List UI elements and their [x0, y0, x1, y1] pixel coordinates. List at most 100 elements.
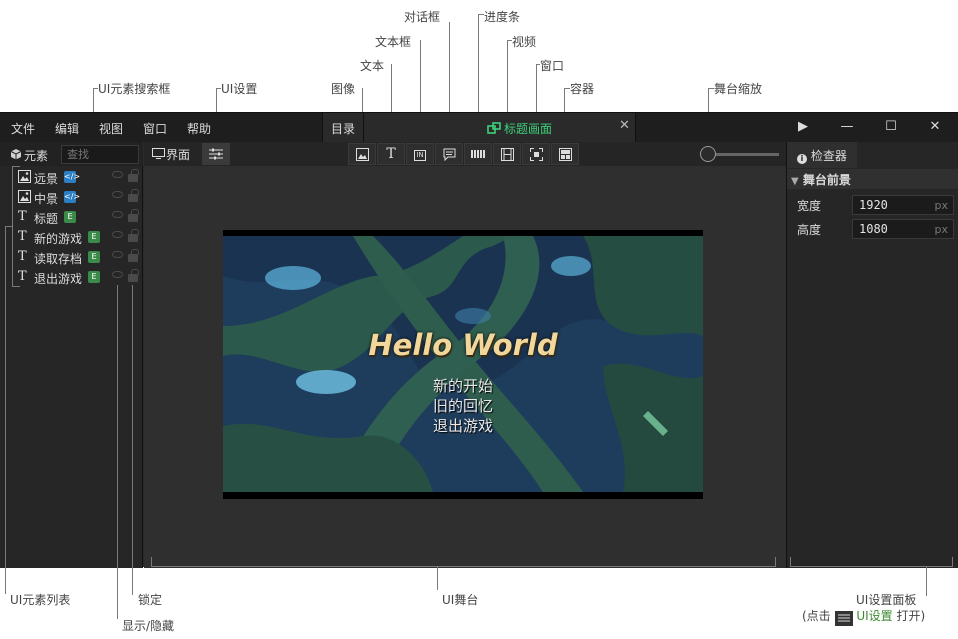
inspector-tab[interactable]: i 检查器	[787, 142, 857, 168]
text-icon: T	[386, 146, 396, 162]
annotation-show-hide: 显示/隐藏	[122, 619, 175, 633]
code-icon: </>	[64, 191, 81, 203]
element-row-far[interactable]: 远景 </>	[16, 169, 142, 187]
tab-title-label: 标题画面	[504, 122, 553, 136]
play-icon[interactable]: ▶	[793, 119, 813, 134]
text-type-icon: T	[18, 209, 27, 224]
event-icon: E	[64, 211, 76, 223]
height-field[interactable]: 1080 px	[852, 219, 954, 239]
add-video-button[interactable]	[493, 143, 521, 165]
hint-prefix: (点击	[802, 609, 831, 623]
section-stage-foreground[interactable]: ▼ 舞台前景	[787, 169, 958, 189]
add-window-button[interactable]	[522, 143, 550, 165]
background-scene: Hello World 新的开始 旧的回忆 退出游戏	[223, 236, 703, 492]
stage-canvas[interactable]: Hello World 新的开始 旧的回忆 退出游戏	[223, 230, 703, 499]
tab-directory[interactable]: 目录	[322, 113, 364, 142]
add-dialog-button[interactable]	[435, 143, 463, 165]
annotation-bracket	[151, 566, 776, 567]
lock-icon[interactable]	[128, 189, 139, 202]
add-progress-button[interactable]	[464, 143, 492, 165]
monitor-icon	[152, 148, 165, 159]
text-type-icon: T	[18, 229, 27, 244]
stage-menu-load[interactable]: 旧的回忆	[223, 395, 703, 416]
code-icon: </>	[64, 171, 81, 183]
element-row-mid[interactable]: 中景 </>	[16, 189, 142, 207]
add-text-button[interactable]: T	[377, 143, 405, 165]
height-value: 1080	[859, 222, 888, 236]
element-panel-header: 元素	[0, 142, 143, 166]
menu-help[interactable]: 帮助	[187, 120, 211, 137]
maximize-icon[interactable]: ☐	[881, 119, 901, 134]
stage-zoom-track[interactable]	[705, 153, 779, 156]
annotation-bracket	[775, 557, 776, 566]
element-row-title[interactable]: T 标题 E	[16, 209, 142, 227]
interface-label: 界面	[166, 148, 191, 162]
hint-link: UI设置	[856, 609, 893, 623]
annotation-video: 视频	[512, 35, 537, 49]
menu-file[interactable]: 文件	[11, 120, 35, 137]
hint-suffix: 打开)	[896, 609, 926, 623]
menu-view[interactable]: 视图	[99, 120, 123, 137]
menubar: 文件 编辑 视图 窗口 帮助 目录 标题画面 ✕ ▶ — ☐ ✕	[0, 113, 958, 142]
lock-icon[interactable]	[128, 169, 139, 182]
add-image-button[interactable]	[348, 143, 376, 165]
scene-icon	[487, 122, 501, 134]
menu-window[interactable]: 窗口	[143, 120, 167, 137]
film-icon	[500, 148, 514, 161]
add-container-button[interactable]	[551, 143, 579, 165]
add-textbox-button[interactable]: IN	[406, 143, 434, 165]
annotation-settings-hint: (点击 UI设置 打开)	[802, 607, 925, 626]
menu-edit[interactable]: 编辑	[55, 120, 79, 137]
eye-icon[interactable]	[112, 231, 123, 238]
container-icon	[558, 148, 572, 161]
event-icon: E	[88, 271, 100, 283]
eye-icon[interactable]	[112, 171, 123, 178]
ui-settings-button[interactable]	[202, 143, 230, 165]
annotation-progress-bar: 进度条	[484, 10, 521, 24]
app-window: 文件 编辑 视图 窗口 帮助 目录 标题画面 ✕ ▶ — ☐ ✕ 元素 查找 远…	[0, 112, 958, 568]
annotation-textbox: 文本框	[375, 35, 412, 49]
stage-toolbar: 界面 T IN	[144, 142, 786, 166]
annotation-line	[507, 40, 512, 41]
stage-menu-new[interactable]: 新的开始	[223, 375, 703, 396]
width-value: 1920	[859, 198, 888, 212]
annotation-ui-search: UI元素搜索框	[98, 82, 171, 96]
width-field[interactable]: 1920 px	[852, 195, 954, 215]
annotation-lock: 锁定	[138, 593, 163, 607]
eye-icon[interactable]	[112, 191, 123, 198]
inspector-panel: i 检查器 ▼ 舞台前景 宽度 1920 px 高度 1080 px	[786, 142, 958, 568]
stage-zoom-knob[interactable]	[700, 146, 716, 162]
cave-artwork	[223, 236, 703, 492]
annotation-line	[93, 88, 98, 89]
lock-icon[interactable]	[128, 249, 139, 262]
element-panel: 元素 远景 </> 中景 </> T 标题 E T 新的游戏	[0, 142, 143, 568]
element-row-load[interactable]: T 读取存档 E	[16, 249, 142, 267]
element-label: 远景	[34, 172, 59, 186]
annotation-line	[437, 566, 438, 590]
eye-icon[interactable]	[112, 271, 123, 278]
width-unit: px	[934, 199, 949, 212]
stage-menu-quit[interactable]: 退出游戏	[223, 415, 703, 436]
element-label: 读取存档	[34, 252, 83, 266]
annotation-bracket	[151, 557, 152, 566]
element-label: 退出游戏	[34, 272, 83, 286]
lock-icon[interactable]	[128, 229, 139, 242]
height-unit: px	[934, 223, 949, 236]
annotation-container: 容器	[570, 82, 595, 96]
element-row-quit[interactable]: T 退出游戏 E	[16, 269, 142, 287]
close-window-icon[interactable]: ✕	[925, 119, 945, 134]
eye-icon[interactable]	[112, 211, 123, 218]
lock-icon[interactable]	[128, 209, 139, 222]
element-search-input[interactable]	[61, 145, 139, 164]
eye-icon[interactable]	[112, 251, 123, 258]
lock-icon[interactable]	[128, 269, 139, 282]
element-row-new-game[interactable]: T 新的游戏 E	[16, 229, 142, 247]
minimize-icon[interactable]: —	[837, 119, 857, 134]
width-label: 宽度	[797, 199, 822, 213]
annotation-bracket	[790, 566, 953, 567]
stage-title[interactable]: Hello World	[223, 328, 703, 362]
tab-close-icon[interactable]: ✕	[619, 118, 630, 133]
annotation-line	[478, 14, 484, 15]
collapse-triangle-icon: ▼	[791, 176, 799, 187]
dialog-icon	[443, 148, 455, 162]
